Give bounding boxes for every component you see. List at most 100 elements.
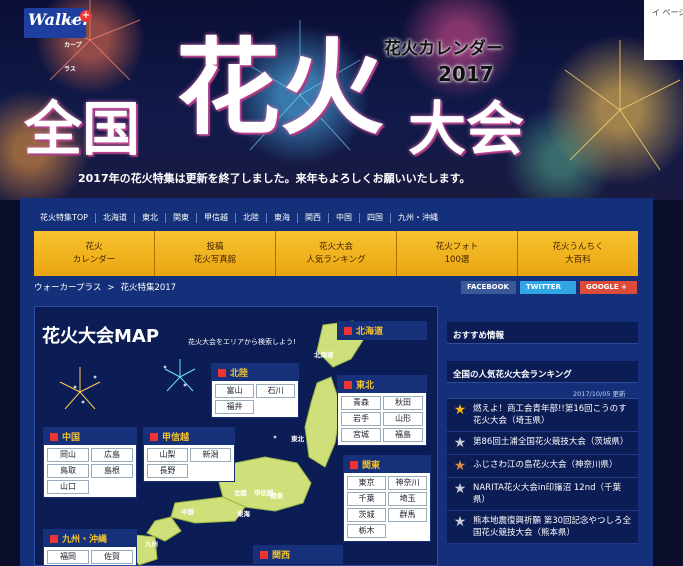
pin-koshinetsu[interactable]: 甲信越 [254,487,274,497]
pin-hokkaido[interactable]: 北海道 [314,349,334,359]
tab-photo100-l2: 100選 [444,254,470,265]
breadcrumb: ウォーカープラス > 花火特集2017 [34,281,176,293]
breadcrumb-current: 花火特集2017 [120,283,177,293]
page-cut-label: イ ページ [644,0,683,60]
tab-calendar-l2: カレンダー [72,254,116,265]
region-hokkaido[interactable]: 北海道 [337,321,427,340]
silver-star-icon: ★ [453,435,467,451]
region-koshinetsu-header[interactable]: 甲信越 [144,428,234,445]
twitter-label: TWITTER [526,283,561,291]
tab-ranking-l1: 花火大会 [318,241,353,252]
pin-hokuriku[interactable]: 北陸 [234,487,247,497]
tab-calendar-l1: 花火 [85,241,103,252]
pref-ibaraki[interactable]: 茨城 [347,508,386,522]
pref-yamaguchi[interactable]: 山口 [47,480,89,494]
pref-fukushima[interactable]: 福島 [383,428,423,442]
gnav-hokkaido[interactable]: 北海道 [95,213,134,223]
ranking-item[interactable]: ★ 第86回土浦全国花火競技大会（茨城県） [447,432,638,455]
breadcrumb-home[interactable]: ウォーカープラス [34,283,101,293]
pin-tohoku[interactable]: 東北 [291,433,304,443]
pin-tokai[interactable]: 東海 [237,508,250,518]
tab-photo100[interactable]: 花火フォト 100選 [397,231,517,276]
breadcrumb-separator: > [107,283,115,293]
tab-photo-gallery[interactable]: 投稿 花火写真館 [155,231,275,276]
google-plus-share-button[interactable]: GOOGLE + [580,281,637,294]
pref-tottori[interactable]: 鳥取 [47,464,89,478]
facebook-share-button[interactable]: FACEBOOK [461,281,516,294]
region-tohoku-header[interactable]: 東北 [338,376,426,393]
gnav-kyushu[interactable]: 九州・沖縄 [390,213,445,223]
pref-hiroshima[interactable]: 広島 [91,448,133,462]
pref-ishikawa[interactable]: 石川 [256,384,295,398]
pref-fukuoka[interactable]: 福岡 [47,550,89,564]
ranking-item-label: 熊本地震復興祈願 第30回記念やつしろ全国花火競技大会（熊本県） [473,516,632,538]
title-main-2: 花火 [176,26,385,149]
region-kyushu-header[interactable]: 九州・沖縄 [44,530,136,547]
ranking-item-label: 燃えよ！商工会青年部!!第16回こうのす花火大会（埼玉県） [473,404,627,426]
pref-okayama[interactable]: 岡山 [47,448,89,462]
pref-tokyo[interactable]: 東京 [347,476,386,490]
tab-trivia[interactable]: 花火うんちく 大百科 [518,231,638,276]
gnav-shikoku[interactable]: 四国 [359,213,390,223]
ranking-item[interactable]: ★ NARITA花火大会in印旛沼 12nd（千葉県） [447,478,638,511]
tab-photo-gallery-l2: 花火写真館 [193,254,237,265]
pref-aomori[interactable]: 青森 [341,396,381,410]
tab-ranking[interactable]: 花火大会人気ランキング [276,231,396,276]
region-chugoku-header[interactable]: 中国 [44,428,136,445]
feature-tabs: 花火カレンダー 投稿 花火写真館 花火大会人気ランキング 花火フォト 100選 花火… [34,231,638,276]
pref-toyama[interactable]: 富山 [215,384,254,398]
gnav-kanto[interactable]: 関東 [165,213,196,223]
pref-chiba[interactable]: 千葉 [347,492,386,506]
gnav-chugoku[interactable]: 中国 [328,213,359,223]
ranking-item-label: 第86回土浦全国花火競技大会（茨城県） [473,437,629,447]
tab-trivia-l1: 花火うんちく [552,241,604,252]
google-plus-label: GOOGLE + [586,283,627,291]
pref-iwate[interactable]: 岩手 [341,412,381,426]
tab-ranking-l2: 人気ランキング [306,254,366,265]
region-kanto-header[interactable]: 関東 [344,456,430,473]
title-main-1: 全国 [24,95,141,163]
pref-shimane[interactable]: 島根 [91,464,133,478]
gnav-koshinetsu[interactable]: 甲信越 [196,213,235,223]
gold-star-icon: ★ [453,402,467,418]
bronze-star-icon: ★ [453,458,467,474]
pref-niigata[interactable]: 新潟 [190,448,231,462]
ranking-item[interactable]: ★ ふじさわ江の島花火大会（神奈川県） [447,455,638,478]
star-icon: ★ [453,481,467,497]
tab-calendar[interactable]: 花火 カレンダー [34,231,154,276]
plus-icon: + [80,10,92,22]
pin-kyushu[interactable]: 九州 [145,538,158,548]
ranking-item[interactable]: ★ 熊本地震復興祈願 第30回記念やつしろ全国花火競技大会（熊本県） [447,511,638,544]
gnav-kansai[interactable]: 関西 [297,213,328,223]
region-kansai[interactable]: 関西 [253,545,343,564]
pref-kanagawa[interactable]: 神奈川 [388,476,427,490]
pref-miyagi[interactable]: 宮城 [341,428,381,442]
pref-saitama[interactable]: 埼玉 [388,492,427,506]
star-icon: ★ [453,514,467,530]
region-chugoku: 中国 岡山 広島 鳥取 島根 山口 [43,427,137,498]
pin-chugoku[interactable]: 中国 [181,506,194,516]
gnav-top[interactable]: 花火特集TOP [34,213,95,223]
walker-logo[interactable]: Walker ウォーカープラス + [24,8,92,73]
region-hokkaido-header[interactable]: 北海道 [338,322,426,339]
ranking-title: 全国の人気花火大会ランキング [447,361,638,383]
pref-gunma[interactable]: 群馬 [388,508,427,522]
region-hokuriku: 北陸 富山 石川 福井 [211,363,299,418]
ranking-item[interactable]: ★ 燃えよ！商工会青年部!!第16回こうのす花火大会（埼玉県） [447,399,638,432]
pref-akita[interactable]: 秋田 [383,396,423,410]
pref-yamanashi[interactable]: 山梨 [147,448,188,462]
pref-yamagata[interactable]: 山形 [383,412,423,426]
gnav-tohoku[interactable]: 東北 [134,213,165,223]
global-nav: 花火特集TOP 北海道 東北 関東 甲信越 北陸 東海 関西 中国 四国 九州・… [34,210,638,226]
region-hokuriku-header[interactable]: 北陸 [212,364,298,381]
twitter-share-button[interactable]: TWITTER [520,281,576,294]
ranking-updated: 2017/10/05 更新 [573,390,626,398]
gnav-hokuriku[interactable]: 北陸 [235,213,266,223]
gnav-tokai[interactable]: 東海 [266,213,297,223]
pref-fukui[interactable]: 福井 [215,400,254,414]
pref-tochigi[interactable]: 栃木 [347,524,386,538]
pref-nagano[interactable]: 長野 [147,464,188,478]
ranking-list: ★ 燃えよ！商工会青年部!!第16回こうのす花火大会（埼玉県） ★ 第86回土浦全国… [447,398,638,544]
pref-saga[interactable]: 佐賀 [91,550,133,564]
region-kansai-header[interactable]: 関西 [254,546,342,563]
